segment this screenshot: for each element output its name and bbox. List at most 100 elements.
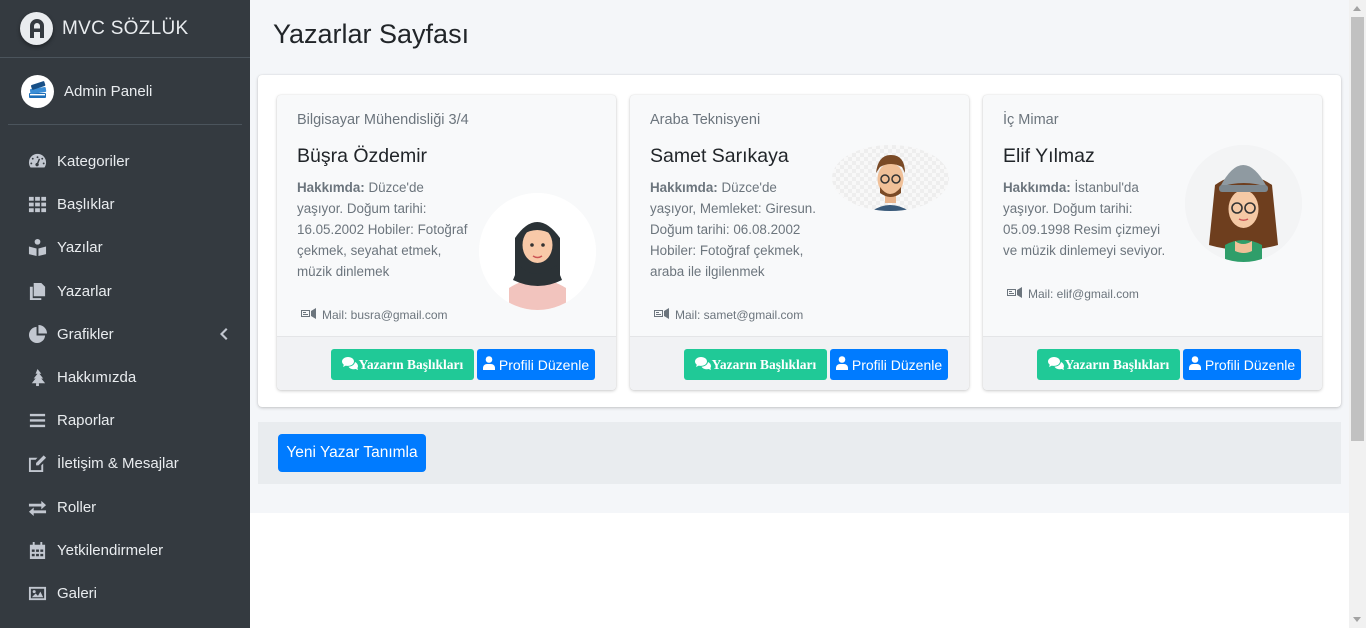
mail-text: Mail: busra@gmail.com	[322, 308, 448, 322]
brand-link[interactable]: MVC SÖZLÜK	[0, 0, 250, 58]
sidebar-item-label: Yazılar	[57, 239, 103, 257]
sidebar-item-label: Yazarlar	[57, 282, 112, 300]
bars-icon	[27, 411, 47, 431]
book-reader-icon	[27, 238, 47, 258]
sidebar-item-label: Roller	[57, 498, 97, 516]
tree-icon	[27, 368, 47, 388]
page-scrollbar[interactable]	[1349, 0, 1366, 628]
author-about: Hakkımda: Düzce'de yaşıyor, Memleket: Gi…	[650, 177, 822, 282]
author-posts-label: Yazarın Başlıkları	[1064, 356, 1170, 372]
sidebar-item-galeri[interactable]: Galeri	[0, 572, 250, 615]
sidebar-nav: Kategoriler Başlıklar Yazılar Yazarlar G…	[0, 140, 250, 615]
user-icon	[835, 356, 852, 373]
sidebar-item-roller[interactable]: Roller	[0, 486, 250, 529]
pie-chart-icon	[27, 324, 47, 344]
author-photo	[1185, 145, 1302, 262]
comments-icon	[694, 356, 712, 374]
author-mail: Mail: elif@gmail.com	[1007, 286, 1139, 302]
user-name: Admin Paneli	[64, 82, 153, 100]
author-body: Samet Sarıkaya Hakkımda: Düzce'de yaşıyo…	[630, 145, 969, 335]
user-icon	[1188, 356, 1205, 373]
new-author-button[interactable]: Yeni Yazar Tanımla	[278, 434, 426, 472]
author-posts-label: Yazarın Başlıkları	[711, 356, 817, 372]
edit-icon	[27, 454, 47, 474]
edit-profile-button[interactable]: Profili Düzenle	[477, 349, 595, 380]
author-photo	[479, 193, 596, 310]
sidebar-item-label: Galeri	[57, 584, 98, 602]
mail-bullhorn-icon	[301, 307, 322, 323]
image-icon	[27, 583, 47, 603]
sidebar-item-raporlar[interactable]: Raporlar	[0, 399, 250, 442]
sidebar-item-label: Kategoriler	[57, 153, 130, 171]
calendar-icon	[27, 540, 47, 560]
sidebar-item-yazarlar[interactable]: Yazarlar	[0, 270, 250, 313]
edit-profile-label: Profili Düzenle	[1204, 356, 1296, 373]
edit-profile-button[interactable]: Profili Düzenle	[830, 349, 948, 380]
edit-profile-label: Profili Düzenle	[498, 356, 590, 373]
actions-bar: Yeni Yazar Tanımla	[258, 422, 1341, 484]
author-about: Hakkımda: İstanbul'da yaşıyor. Doğum tar…	[1003, 177, 1175, 261]
brand-logo-icon	[20, 12, 53, 45]
mail-text: Mail: samet@gmail.com	[675, 308, 804, 322]
user-icon	[482, 356, 499, 373]
author-posts-button[interactable]: Yazarın Başlıkları	[684, 349, 827, 380]
author-posts-label: Yazarın Başlıkları	[358, 356, 464, 372]
about-label: Hakkımda:	[650, 180, 718, 195]
author-posts-button[interactable]: Yazarın Başlıkları	[1037, 349, 1180, 380]
author-posts-button[interactable]: Yazarın Başlıkları	[331, 349, 474, 380]
sidebar-item-yazilar[interactable]: Yazılar	[0, 226, 250, 269]
author-title: Bilgisayar Mühendisliği 3/4	[297, 112, 469, 128]
sidebar-item-label: Grafikler	[57, 325, 114, 343]
author-card-footer: Yazarın Başlıkları Profili Düzenle	[983, 336, 1322, 390]
sidebar-item-basliklar[interactable]: Başlıklar	[0, 183, 250, 226]
author-photo	[832, 145, 949, 211]
authors-card: Bilgisayar Mühendisliği 3/4 Büşra Özdemi…	[258, 75, 1341, 407]
author-body: Elif Yılmaz Hakkımda: İstanbul'da yaşıyo…	[983, 145, 1322, 335]
author-mail: Mail: busra@gmail.com	[301, 307, 448, 323]
tachometer-icon	[27, 152, 47, 172]
author-mail: Mail: samet@gmail.com	[654, 307, 803, 323]
author-card: Bilgisayar Mühendisliği 3/4 Büşra Özdemi…	[277, 95, 616, 390]
sidebar-item-label: İletişim & Mesajlar	[57, 455, 179, 473]
scroll-up-arrow-icon[interactable]	[1353, 6, 1361, 11]
author-title: Araba Teknisyeni	[650, 112, 761, 128]
edit-profile-button[interactable]: Profili Düzenle	[1183, 349, 1301, 380]
sidebar-item-label: Hakkımızda	[57, 369, 137, 387]
sidebar-item-grafikler[interactable]: Grafikler	[0, 313, 250, 356]
brand-title: MVC SÖZLÜK	[62, 17, 189, 39]
author-body: Büşra Özdemir Hakkımda: Düzce'de yaşıyor…	[277, 145, 616, 335]
sidebar-item-label: Başlıklar	[57, 196, 115, 214]
author-card-footer: Yazarın Başlıkları Profili Düzenle	[277, 336, 616, 390]
sidebar: MVC SÖZLÜK Admin Paneli Kategoriler Başl…	[0, 0, 250, 628]
author-title: İç Mimar	[1003, 112, 1059, 128]
sidebar-item-label: Yetkilendirmeler	[57, 541, 164, 559]
edit-profile-label: Profili Düzenle	[851, 356, 943, 373]
about-label: Hakkımda:	[297, 180, 365, 195]
about-label: Hakkımda:	[1003, 180, 1071, 195]
author-card: İç Mimar Elif Yılmaz Hakkımda: İstanbul'…	[983, 95, 1322, 390]
sidebar-item-kategoriler[interactable]: Kategoriler	[0, 140, 250, 183]
sidebar-item-label: Raporlar	[57, 412, 115, 430]
main-content: Yazarlar Sayfası Bilgisayar Mühendisliği…	[250, 0, 1349, 628]
exchange-icon	[27, 497, 47, 517]
chevron-left-icon	[218, 327, 228, 345]
mail-text: Mail: elif@gmail.com	[1028, 287, 1139, 301]
mail-bullhorn-icon	[1007, 286, 1028, 302]
author-about: Hakkımda: Düzce'de yaşıyor. Doğum tarihi…	[297, 177, 469, 282]
author-card: Araba Teknisyeni Samet Sarıkaya Hakkımda…	[630, 95, 969, 390]
scroll-thumb[interactable]	[1351, 17, 1364, 441]
page-title: Yazarlar Sayfası	[273, 19, 470, 49]
comments-icon	[1047, 356, 1065, 374]
mail-bullhorn-icon	[654, 307, 675, 323]
content-wrapper: Yazarlar Sayfası Bilgisayar Mühendisliği…	[250, 0, 1349, 513]
comments-icon	[341, 356, 359, 374]
grid-icon	[27, 195, 47, 215]
sidebar-item-hakkimizda[interactable]: Hakkımızda	[0, 356, 250, 399]
scroll-down-arrow-icon[interactable]	[1353, 617, 1361, 622]
sidebar-item-yetkilendirmeler[interactable]: Yetkilendirmeler	[0, 529, 250, 572]
user-panel[interactable]: Admin Paneli	[8, 58, 242, 125]
copy-icon	[27, 281, 47, 301]
author-name: Büşra Özdemir	[297, 145, 428, 167]
sidebar-item-iletisim[interactable]: İletişim & Mesajlar	[0, 442, 250, 485]
author-card-footer: Yazarın Başlıkları Profili Düzenle	[630, 336, 969, 390]
